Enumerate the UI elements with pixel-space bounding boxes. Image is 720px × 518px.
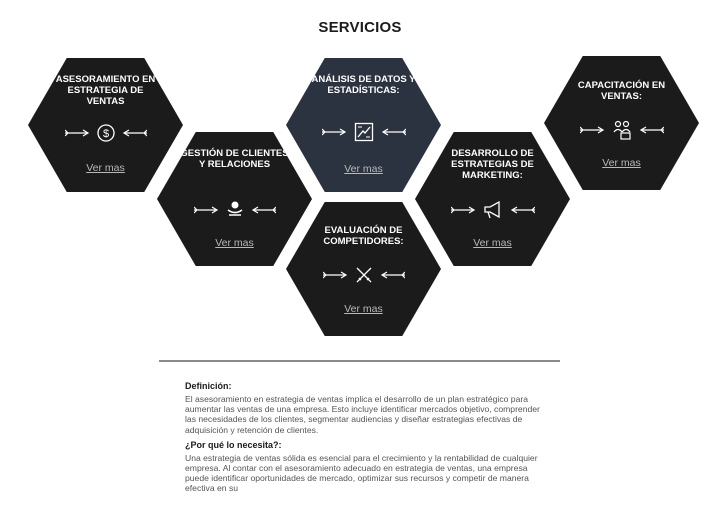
arrow-left-icon — [122, 129, 147, 137]
crossed-swords-icon — [356, 267, 371, 283]
svg-text:$: $ — [102, 128, 108, 140]
arrow-right-icon — [64, 129, 89, 137]
arrow-left-icon — [639, 126, 664, 134]
service-card-sales-strategy[interactable]: ASESORAMIENTO EN ESTRATEGIA DE VENTAS $ … — [28, 58, 183, 192]
arrow-left-icon — [381, 128, 406, 136]
megaphone-icon — [483, 201, 500, 219]
service-title: CAPACITACIÓN EN VENTAS: — [577, 80, 666, 102]
page-title: SERVICIOS — [318, 19, 402, 36]
ver-mas-link[interactable]: Ver mas — [415, 237, 570, 249]
definition-text: El asesoramiento en estrategia de ventas… — [185, 394, 540, 435]
service-title: GESTIÓN DE CLIENTES Y RELACIONES — [180, 148, 289, 170]
service-card-data-analysis[interactable]: ANÁLISIS DE DATOS Y ESTADÍSTICAS: Ver ma… — [286, 58, 441, 192]
ver-mas-link[interactable]: Ver mas — [286, 163, 441, 175]
service-title: EVALUACIÓN DE COMPETIDORES: — [323, 225, 404, 247]
ver-mas-link[interactable]: Ver mas — [157, 237, 312, 249]
client-relations-icon — [227, 201, 242, 216]
service-card-sales-training[interactable]: CAPACITACIÓN EN VENTAS: Ver mas — [544, 56, 699, 190]
data-chart-icon — [354, 122, 373, 142]
why-text: Una estrategia de ventas sólida es esenc… — [185, 452, 538, 494]
service-card-client-management[interactable]: GESTIÓN DE CLIENTES Y RELACIONES Ver mas — [157, 132, 312, 266]
service-title: DESARROLLO DE ESTRATEGIAS DE MARKETING: — [451, 148, 534, 181]
arrow-right-icon — [450, 206, 475, 214]
arrow-left-icon — [380, 271, 405, 279]
service-title: ASESORAMIENTO EN ESTRATEGIA DE VENTAS — [55, 74, 156, 107]
arrow-right-icon — [321, 128, 346, 136]
definition-heading: Definición: — [185, 381, 232, 391]
section-divider — [159, 360, 560, 362]
dollar-coin-icon: $ — [96, 124, 115, 142]
service-title: ANÁLISIS DE DATOS Y ESTADÍSTICAS: — [311, 74, 416, 96]
arrow-right-icon — [193, 206, 218, 214]
why-heading: ¿Por qué lo necesita?: — [185, 439, 282, 450]
arrow-right-icon — [579, 126, 604, 134]
ver-mas-link[interactable]: Ver mas — [286, 303, 441, 315]
service-card-marketing-strategy[interactable]: DESARROLLO DE ESTRATEGIAS DE MARKETING: … — [415, 132, 570, 266]
arrow-left-icon — [510, 206, 535, 214]
ver-mas-link[interactable]: Ver mas — [28, 162, 183, 174]
arrow-left-icon — [251, 206, 276, 214]
team-training-icon — [613, 120, 631, 140]
service-detail: Definición: El asesoramiento en estrateg… — [185, 381, 540, 499]
service-card-competitor-evaluation[interactable]: EVALUACIÓN DE COMPETIDORES: Ver mas — [286, 202, 441, 336]
ver-mas-link[interactable]: Ver mas — [544, 157, 699, 169]
arrow-right-icon — [322, 271, 347, 279]
